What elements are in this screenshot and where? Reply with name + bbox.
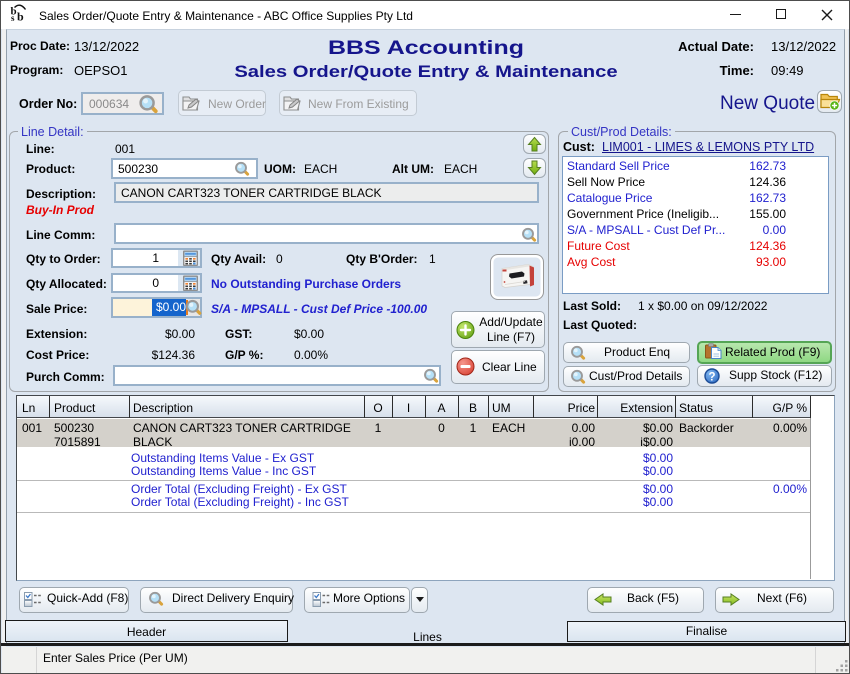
svg-text:?: ?	[708, 372, 715, 384]
svg-text:s: s	[11, 13, 15, 23]
svg-text:b: b	[17, 10, 24, 24]
